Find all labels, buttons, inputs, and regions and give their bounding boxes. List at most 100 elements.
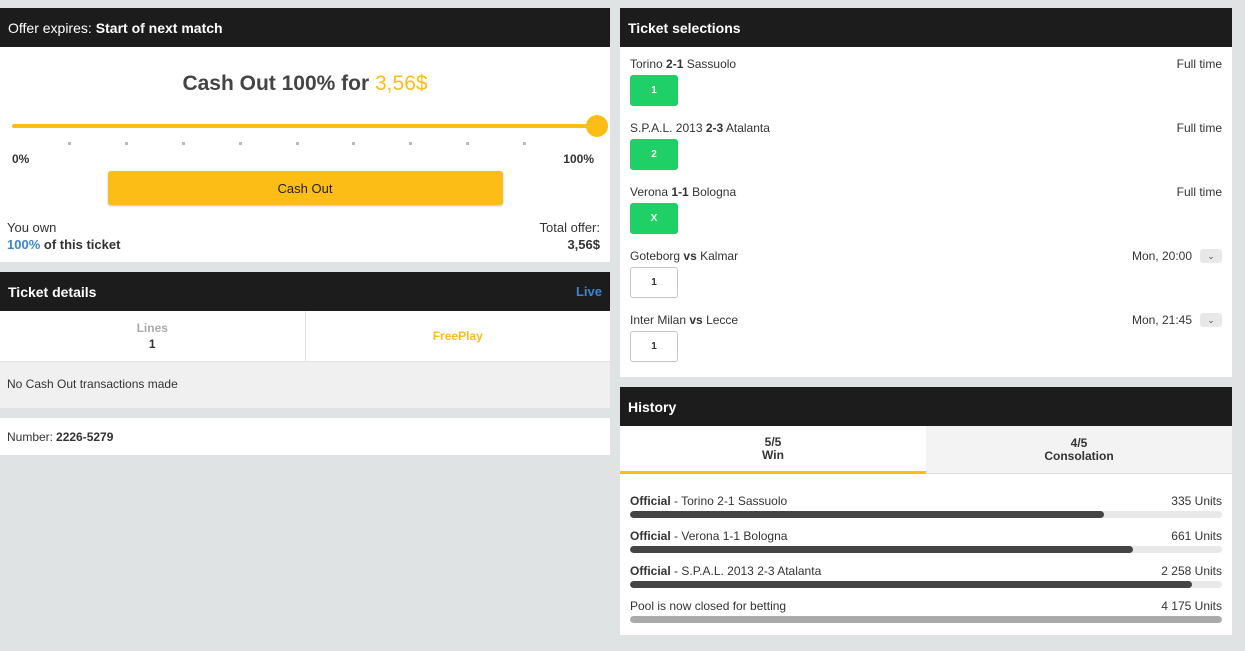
history-row: Pool is now closed for betting 4 175 Unit… xyxy=(630,599,1222,634)
units-bar-fill xyxy=(630,511,1104,518)
offer-expires-label: Offer expires: xyxy=(8,19,92,36)
slider-max-label: 100% xyxy=(563,152,594,166)
own-suffix: of this ticket xyxy=(43,237,121,252)
selection-row: Goteborg vs Kalmar Mon, 20:00 ⌄ 1 xyxy=(620,240,1232,304)
home-team: Inter Milan xyxy=(630,313,687,327)
freeplay-cell: FreePlay xyxy=(306,311,611,361)
live-link[interactable]: Live xyxy=(576,284,602,299)
ownership-info: You own 100% of this ticket xyxy=(7,219,120,253)
home-team: Verona xyxy=(630,185,669,199)
row-text: - Verona 1-1 Bologna xyxy=(670,529,788,543)
units-bar xyxy=(630,511,1222,518)
tab-consolation-label: Consolation xyxy=(1044,448,1114,463)
cash-out-button[interactable]: Cash Out xyxy=(107,171,503,205)
slider-tick xyxy=(352,142,356,145)
pick-badge: X xyxy=(630,203,678,234)
selection-row: Verona 1-1 Bologna Full time X xyxy=(620,176,1232,240)
cashout-title: Cash Out 100% for 3,56$ xyxy=(0,72,610,96)
away-team: Lecce xyxy=(706,313,739,327)
total-offer-label: Total offer: xyxy=(539,220,600,235)
match-status-text: Full time xyxy=(1176,57,1222,71)
chevron-down-icon[interactable]: ⌄ xyxy=(1200,249,1222,263)
ticket-details-header: Ticket details Live xyxy=(0,272,610,311)
slider-ticks xyxy=(68,142,526,146)
cashout-amount: 3,56$ xyxy=(375,72,428,95)
match-status-text: Mon, 21:45 xyxy=(1131,313,1192,327)
match-name: Torino 2-1 Sassuolo xyxy=(630,57,736,71)
selections-list: Torino 2-1 Sassuolo Full time 1 S.P.A.L.… xyxy=(620,47,1232,368)
cashout-card: Offer expires: Start of next match Cash … xyxy=(0,8,610,262)
slider-tick xyxy=(295,142,299,145)
row-prefix: Official xyxy=(630,564,671,578)
home-team: Torino xyxy=(630,57,663,71)
slider-tick xyxy=(181,142,185,145)
lines-label: Lines xyxy=(136,321,168,335)
offer-expires-value: Start of next match xyxy=(95,19,223,36)
row-text: Pool is now closed for betting xyxy=(630,599,787,613)
match-name: Goteborg vs Kalmar xyxy=(630,249,738,263)
you-own-label: You own xyxy=(7,220,57,235)
away-team: Sassuolo xyxy=(686,57,737,71)
home-team: Goteborg xyxy=(630,249,681,263)
ticket-number-label: Number: xyxy=(7,429,54,444)
chevron-down-icon[interactable]: ⌄ xyxy=(1200,313,1222,327)
units-bar-fill xyxy=(630,616,1222,623)
away-team: Bologna xyxy=(692,185,737,199)
match-name: S.P.A.L. 2013 2-3 Atalanta xyxy=(630,121,770,135)
slider-track[interactable] xyxy=(12,124,596,128)
match-status-text: Full time xyxy=(1176,121,1222,135)
slider-handle[interactable] xyxy=(586,115,608,137)
match-status: Full time xyxy=(1177,57,1222,71)
ticket-selections-header: Ticket selections xyxy=(620,8,1232,47)
history-card: History 5/5 Win 4/5 Consolation Official… xyxy=(620,387,1232,635)
selection-row: Inter Milan vs Lecce Mon, 21:45 ⌄ 1 xyxy=(620,304,1232,368)
total-offer-value: 3,56$ xyxy=(567,237,600,252)
units-bar-fill xyxy=(630,546,1134,553)
row-prefix: Official xyxy=(630,529,671,543)
own-percentage-line: 100% of this ticket xyxy=(7,236,120,253)
units-bar xyxy=(630,546,1222,553)
tab-consolation-count: 4/5 xyxy=(1070,435,1088,450)
pick-badge: 2 xyxy=(630,139,678,170)
match-score: 2-1 xyxy=(666,57,684,71)
row-units: 4 175 Units xyxy=(1161,599,1222,613)
history-row: Official - S.P.A.L. 2013 2-3 Atalanta 2 2… xyxy=(630,564,1222,599)
history-row: Official - Verona 1-1 Bologna 661 Units xyxy=(630,529,1222,564)
slider-min-label: 0% xyxy=(12,152,30,166)
ticket-details-card: Ticket details Live Lines 1 FreePlay No … xyxy=(0,272,610,408)
match-status: Full time xyxy=(1177,185,1222,199)
history-row: Official - Torino 2-1 Sassuolo 335 Units xyxy=(630,494,1222,529)
pick-badge: 1 xyxy=(630,75,678,106)
ownership-row: You own 100% of this ticket Total offer:… xyxy=(0,219,610,253)
row-units: 661 Units xyxy=(1171,529,1222,543)
home-team: S.P.A.L. 2013 xyxy=(630,121,703,135)
tab-win[interactable]: 5/5 Win xyxy=(620,426,926,474)
row-text: - Torino 2-1 Sassuolo xyxy=(670,494,788,508)
offer-header: Offer expires: Start of next match xyxy=(0,8,610,47)
selection-row: S.P.A.L. 2013 2-3 Atalanta Full time 2 xyxy=(620,112,1232,176)
total-offer: Total offer: 3,56$ xyxy=(540,219,600,253)
ticket-details-title: Ticket details xyxy=(8,283,97,300)
away-team: Atalanta xyxy=(725,121,770,135)
units-bar-fill xyxy=(630,581,1193,588)
freeplay-label: FreePlay xyxy=(432,329,483,343)
row-prefix: Official xyxy=(630,494,671,508)
row-units: 335 Units xyxy=(1171,494,1222,508)
tab-win-count: 5/5 xyxy=(764,434,782,449)
pick-badge[interactable]: 1 xyxy=(630,267,678,298)
ticket-selections-card: Ticket selections Torino 2-1 Sassuolo Fu… xyxy=(620,8,1232,377)
history-rows: Official - Torino 2-1 Sassuolo 335 Units … xyxy=(620,474,1232,634)
cashout-slider[interactable] xyxy=(12,112,608,152)
units-bar xyxy=(630,616,1222,623)
lines-value: 1 xyxy=(148,337,156,351)
ticket-selections-title: Ticket selections xyxy=(628,19,741,36)
pick-badge[interactable]: 1 xyxy=(630,331,678,362)
row-text: - S.P.A.L. 2013 2-3 Atalanta xyxy=(670,564,822,578)
match-name: Verona 1-1 Bologna xyxy=(630,185,736,199)
match-status: Mon, 21:45 ⌄ xyxy=(1132,313,1222,327)
match-score: 2-3 xyxy=(705,121,724,135)
match-name: Inter Milan vs Lecce xyxy=(630,313,738,327)
lines-cell: Lines 1 xyxy=(0,311,306,361)
tab-consolation[interactable]: 4/5 Consolation xyxy=(926,426,1232,474)
slider-tick xyxy=(238,142,242,145)
